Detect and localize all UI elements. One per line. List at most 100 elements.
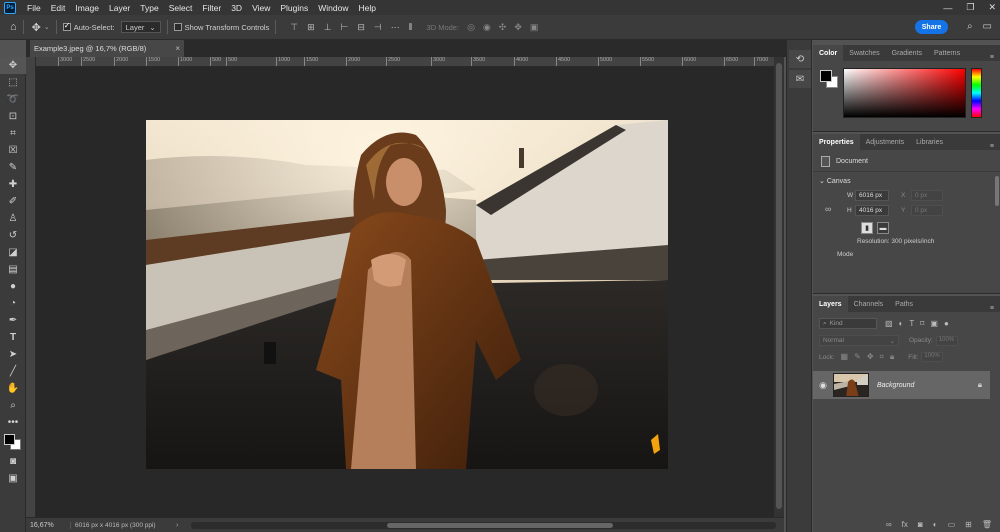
zoom-level[interactable]: 16,67% — [26, 522, 70, 529]
move-tool-icon[interactable]: ✥ — [32, 21, 41, 34]
shape-filter-icon[interactable]: ⌑ — [920, 319, 924, 328]
horizontal-scrollbar[interactable] — [191, 522, 776, 529]
panel-menu-icon[interactable]: ≡ — [990, 54, 1000, 61]
type-filter-icon[interactable]: T — [909, 319, 914, 328]
path-selection-tool[interactable]: ➤ — [0, 346, 26, 363]
layer-filter-kind[interactable]: ⌕ Kind — [819, 318, 877, 329]
lasso-tool[interactable]: ➰ — [0, 91, 26, 108]
restore-icon[interactable]: ❐ — [966, 2, 974, 13]
tab-layers[interactable]: Layers — [813, 296, 848, 312]
home-icon[interactable]: ⌂ — [10, 21, 17, 33]
auto-select-dropdown[interactable]: Layer ⌄ — [120, 21, 161, 33]
filter-toggle-icon[interactable]: ● — [944, 319, 949, 328]
tab-color[interactable]: Color — [813, 45, 844, 61]
pen-tool[interactable]: ✒ — [0, 312, 26, 329]
panel-menu-icon[interactable]: ≡ — [990, 305, 1000, 312]
slide-3d-icon[interactable]: ✥ — [514, 22, 522, 33]
edit-toolbar[interactable]: ••• — [0, 414, 26, 431]
status-menu-arrow[interactable]: › — [176, 522, 178, 529]
type-tool[interactable]: T — [0, 329, 26, 346]
trash-icon[interactable]: 🗑︎ — [982, 520, 992, 529]
menu-help[interactable]: Help — [353, 3, 380, 13]
object-select-tool[interactable]: ⊡ — [0, 108, 26, 125]
quick-mask-button[interactable]: ◙ — [0, 453, 26, 470]
portrait-orientation-icon[interactable]: ▮ — [861, 222, 873, 234]
menu-3d[interactable]: 3D — [226, 3, 247, 13]
tab-libraries[interactable]: Libraries — [910, 134, 949, 150]
pixel-filter-icon[interactable]: ▨ — [885, 319, 893, 328]
panel-menu-icon[interactable]: ≡ — [990, 143, 1000, 150]
frame-tool[interactable]: ☒ — [0, 142, 26, 159]
document-canvas[interactable] — [146, 120, 668, 469]
minimize-icon[interactable]: — — [943, 3, 952, 13]
close-window-icon[interactable]: ✕ — [988, 2, 996, 13]
zoom-tool[interactable]: ⌕ — [0, 397, 26, 414]
line-tool[interactable]: ╱ — [0, 363, 26, 380]
roll-3d-icon[interactable]: ◉ — [483, 22, 491, 33]
width-field[interactable]: 6016 px — [855, 190, 889, 201]
new-group-icon[interactable]: ▭ — [948, 520, 956, 529]
crop-tool[interactable]: ⌗ — [0, 125, 26, 142]
new-layer-icon[interactable]: ⊞ — [965, 520, 972, 529]
color-swatches[interactable] — [0, 431, 26, 453]
tab-paths[interactable]: Paths — [889, 296, 919, 312]
align-right-icon[interactable]: ⊣ — [374, 22, 382, 33]
panel-scrollbar[interactable] — [995, 176, 999, 206]
drag-3d-icon[interactable]: ✣ — [499, 22, 507, 33]
scale-3d-icon[interactable]: ▣ — [530, 22, 539, 33]
menu-view[interactable]: View — [247, 3, 275, 13]
menu-edit[interactable]: Edit — [46, 3, 71, 13]
distribute-icon[interactable]: ⋯ — [391, 22, 400, 33]
lock-transparent-icon[interactable]: ▦ — [841, 352, 849, 362]
history-brush-tool[interactable]: ↺ — [0, 227, 26, 244]
fx-icon[interactable]: fx — [902, 520, 908, 529]
dodge-tool[interactable]: ◔ — [0, 295, 26, 312]
lock-all-icon[interactable]: 🔒︎ — [890, 352, 894, 362]
smart-object-filter-icon[interactable]: ▣ — [930, 319, 938, 328]
canvas-section-header[interactable]: ⌄ Canvas — [813, 172, 1000, 188]
healing-brush-tool[interactable]: ✚ — [0, 176, 26, 193]
gradient-tool[interactable]: ▤ — [0, 261, 26, 278]
eye-icon[interactable]: ◉ — [813, 380, 833, 391]
y-field[interactable]: 0 px — [911, 205, 943, 216]
move-tool[interactable]: ✥ — [0, 57, 26, 74]
adjustment-layer-icon[interactable]: ◐ — [933, 520, 938, 529]
height-field[interactable]: 4016 px — [855, 205, 889, 216]
clone-stamp-tool[interactable]: ♙ — [0, 210, 26, 227]
menu-plugins[interactable]: Plugins — [275, 3, 313, 13]
lock-icon[interactable]: 🔒︎ — [978, 380, 982, 390]
layer-name[interactable]: Background — [877, 382, 914, 389]
vertical-scrollbar[interactable] — [774, 57, 784, 517]
chevron-down-icon[interactable]: ⌄ — [44, 23, 50, 31]
tab-gradients[interactable]: Gradients — [886, 45, 928, 61]
eraser-tool[interactable]: ◪ — [0, 244, 26, 261]
hand-tool[interactable]: ✋ — [0, 380, 26, 397]
workspace-icon[interactable]: ▭ — [983, 21, 992, 32]
history-panel-button[interactable]: ⟲ — [789, 50, 811, 68]
menu-file[interactable]: File — [22, 3, 46, 13]
layer-row-background[interactable]: ◉ Background 🔒︎ — [813, 371, 990, 399]
lock-position-icon[interactable]: ✥ — [867, 352, 874, 362]
link-layers-icon[interactable]: ∞ — [886, 520, 892, 529]
lock-paint-icon[interactable]: ✎ — [854, 352, 861, 362]
transform-controls-checkbox[interactable]: Show Transform Controls — [173, 23, 269, 32]
menu-filter[interactable]: Filter — [197, 3, 226, 13]
foreground-color[interactable] — [4, 434, 15, 445]
scroll-thumb[interactable] — [387, 523, 613, 528]
align-middle-icon[interactable]: ⊞ — [307, 22, 315, 33]
document-tab[interactable]: Example3.jpeg @ 16,7% (RGB/8) × — [30, 40, 184, 57]
align-bottom-icon[interactable]: ⊥ — [324, 22, 332, 33]
search-icon[interactable]: ⌕ — [967, 21, 973, 32]
x-field[interactable]: 0 px — [911, 190, 943, 201]
align-left-icon[interactable]: ⊢ — [341, 22, 349, 33]
comments-panel-button[interactable]: ✉ — [789, 70, 811, 88]
menu-type[interactable]: Type — [135, 3, 163, 13]
add-mask-icon[interactable]: ◙ — [918, 520, 923, 529]
screen-mode-button[interactable]: ▣ — [0, 470, 26, 487]
opacity-field[interactable]: 100% — [935, 335, 958, 346]
align-top-icon[interactable]: ⊤ — [290, 22, 298, 33]
hue-slider[interactable] — [971, 68, 982, 118]
share-button[interactable]: Share — [915, 20, 948, 34]
brush-tool[interactable]: ✐ — [0, 193, 26, 210]
menu-select[interactable]: Select — [164, 3, 198, 13]
